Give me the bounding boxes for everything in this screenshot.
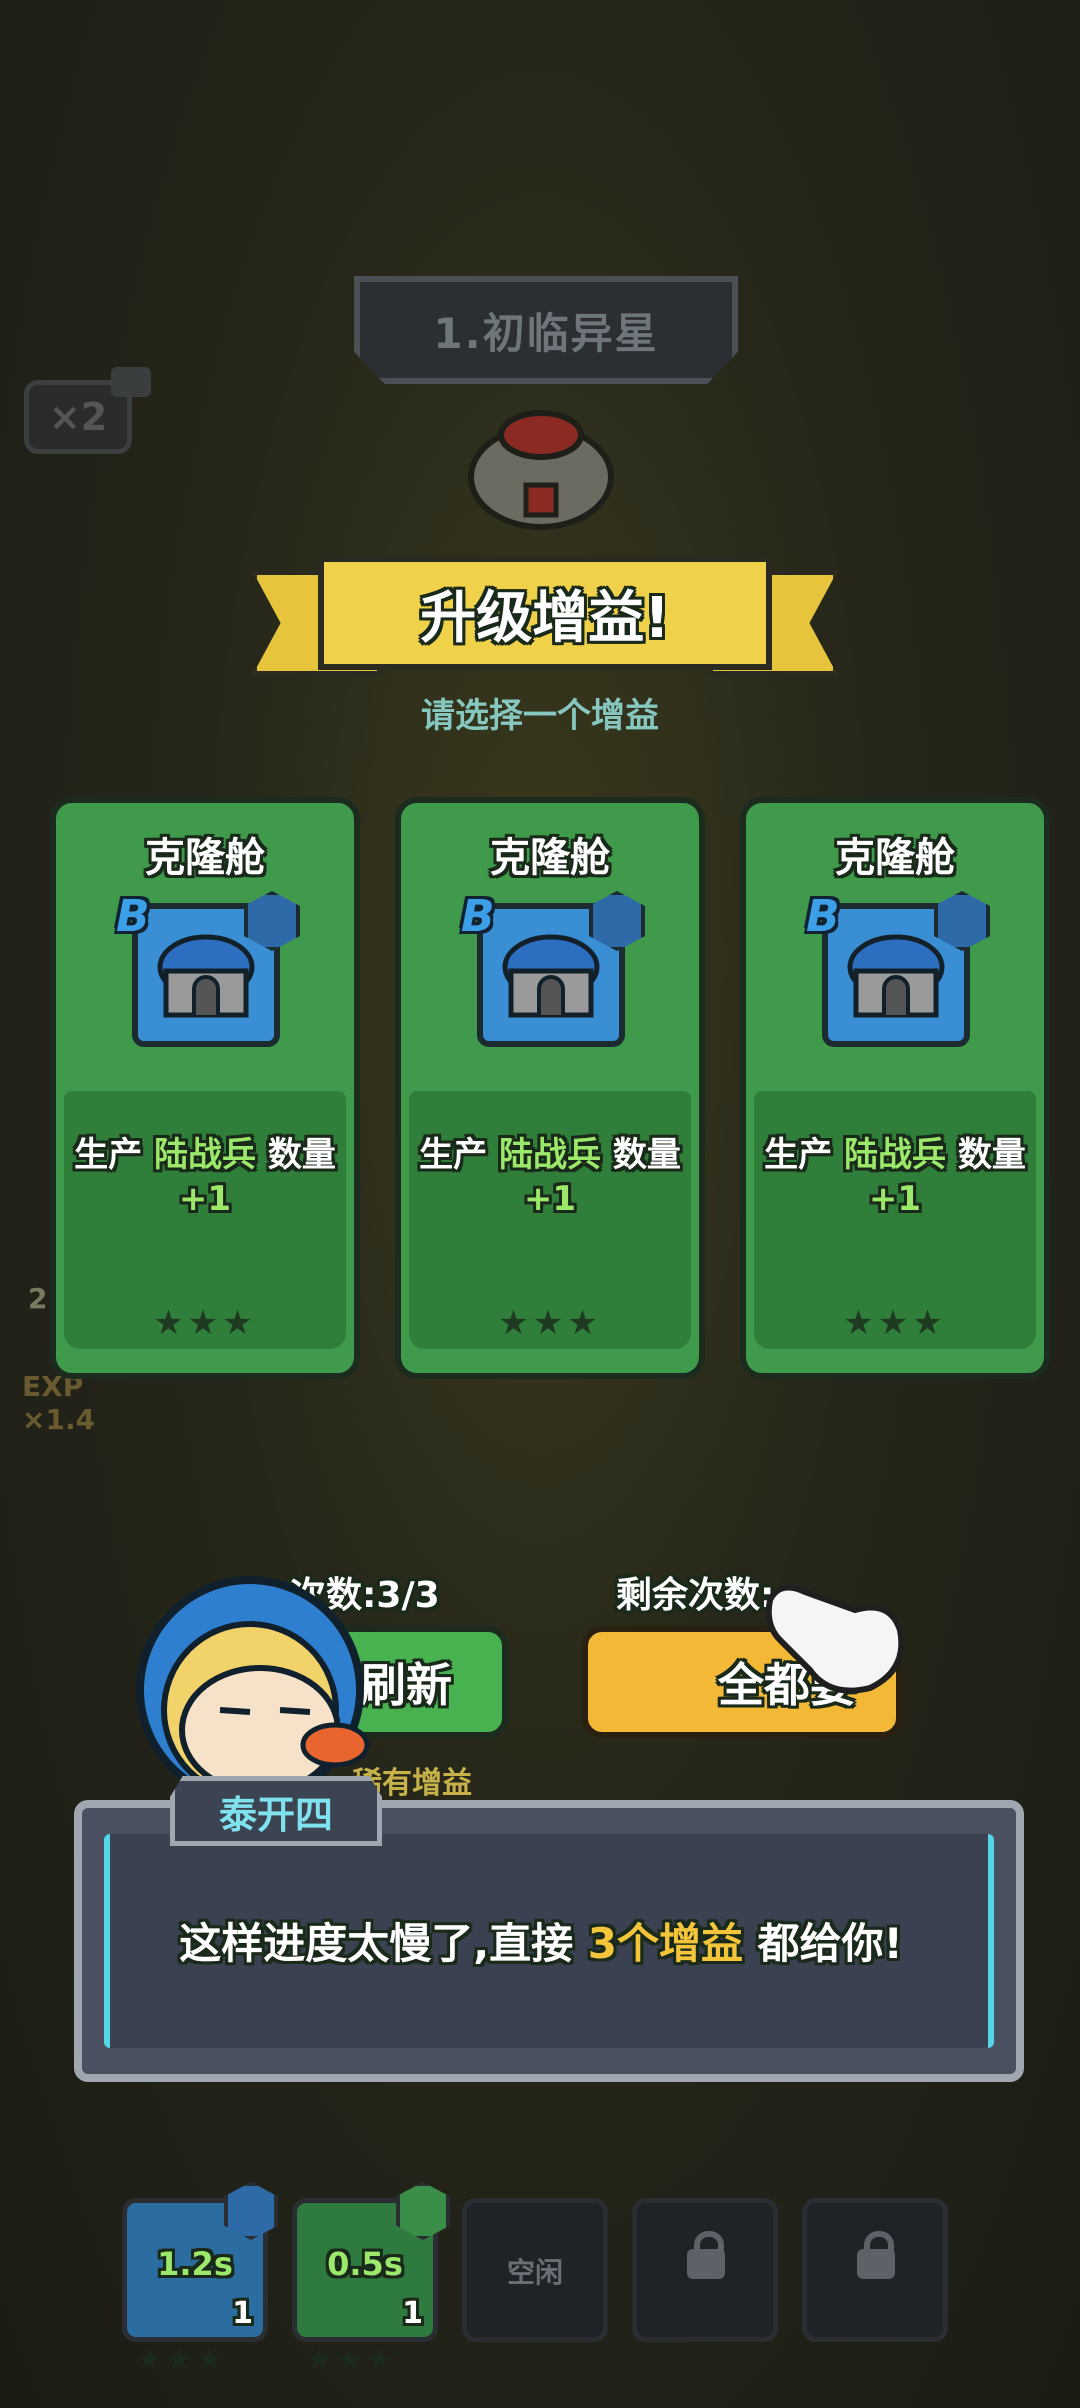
desc-unit: 陆战兵 xyxy=(154,1135,256,1175)
desc-prefix: 生产 xyxy=(74,1135,154,1175)
exp-multiplier: ×1.4 xyxy=(22,1403,96,1436)
card-title: 克隆舱 xyxy=(835,835,955,881)
pointing-hand-icon xyxy=(765,1584,905,1694)
card-stars: ★★★ xyxy=(843,1303,947,1343)
slot-stars: ★★★ xyxy=(306,2342,396,2377)
build-slot-5-locked[interactable] xyxy=(802,2198,948,2342)
video-icon xyxy=(111,367,151,397)
desc-prefix: 生产 xyxy=(419,1135,499,1175)
level-title: 1.初临异星 xyxy=(354,276,738,384)
card-title: 克隆舱 xyxy=(490,835,610,881)
desc-value: +1 xyxy=(523,1179,577,1219)
desc-value: +1 xyxy=(178,1179,232,1219)
card-stars: ★★★ xyxy=(153,1303,257,1343)
desc-unit: 陆战兵 xyxy=(499,1135,601,1175)
build-slot-3-idle[interactable]: 空闲 xyxy=(462,2198,608,2342)
speed-label: ×2 xyxy=(48,395,108,439)
lock-icon xyxy=(857,2231,895,2279)
desc-value: +1 xyxy=(868,1179,922,1219)
dialog-text: 这样进度太慢了,直接 3个增益 都给你! xyxy=(74,1910,1008,1971)
buff-card-1[interactable]: 克隆舱 B 生产 陆战兵 数量 +1 ★★★ xyxy=(50,797,360,1379)
card-description: 生产 陆战兵 数量 +1 xyxy=(756,1133,1034,1221)
grade-badge: B xyxy=(461,891,495,942)
spaceship-image xyxy=(468,410,614,530)
desc-unit: 陆战兵 xyxy=(844,1135,946,1175)
grade-badge: B xyxy=(116,891,150,942)
speed-toggle-button[interactable]: ×2 xyxy=(24,367,151,454)
card-description: 生产 陆战兵 数量 +1 xyxy=(66,1133,344,1221)
idle-label: 空闲 xyxy=(506,2256,563,2289)
buff-card-2[interactable]: 克隆舱 B 生产 陆战兵 数量 +1 ★★★ xyxy=(395,797,705,1379)
dialog-highlight: 3个增益 xyxy=(587,1919,744,1968)
card-title: 克隆舱 xyxy=(145,835,265,881)
choose-buff-subtitle: 请选择一个增益 xyxy=(421,696,659,736)
dialog-text-after: 都给你! xyxy=(743,1919,903,1968)
desc-mid: 数量 xyxy=(946,1135,1026,1175)
slot-count: 1 xyxy=(402,2296,423,2331)
card-stars: ★★★ xyxy=(498,1303,602,1343)
build-slot-4-locked[interactable] xyxy=(632,2198,778,2342)
desc-mid: 数量 xyxy=(256,1135,336,1175)
lock-icon xyxy=(687,2231,725,2279)
desc-prefix: 生产 xyxy=(764,1135,844,1175)
cooldown-label: 0.5s xyxy=(327,2245,403,2283)
cooldown-label: 1.2s xyxy=(157,2245,233,2283)
grade-badge: B xyxy=(806,891,840,942)
upgrade-title: 升级增益! xyxy=(318,556,772,670)
desc-mid: 数量 xyxy=(601,1135,681,1175)
speaker-name: 泰开四 xyxy=(170,1776,382,1846)
side-number: 2 xyxy=(28,1282,48,1315)
remaining-count: 剩余次数: xyxy=(616,1575,775,1616)
buff-card-3[interactable]: 克隆舱 B 生产 陆战兵 数量 +1 ★★★ xyxy=(740,797,1050,1379)
slot-count: 1 xyxy=(232,2296,253,2331)
dialog-text-before: 这样进度太慢了,直接 xyxy=(179,1919,588,1968)
slot-stars: ★★★ xyxy=(136,2342,226,2377)
exp-badge: EXP ×1.4 xyxy=(22,1370,95,1436)
card-description: 生产 陆战兵 数量 +1 xyxy=(411,1133,689,1221)
